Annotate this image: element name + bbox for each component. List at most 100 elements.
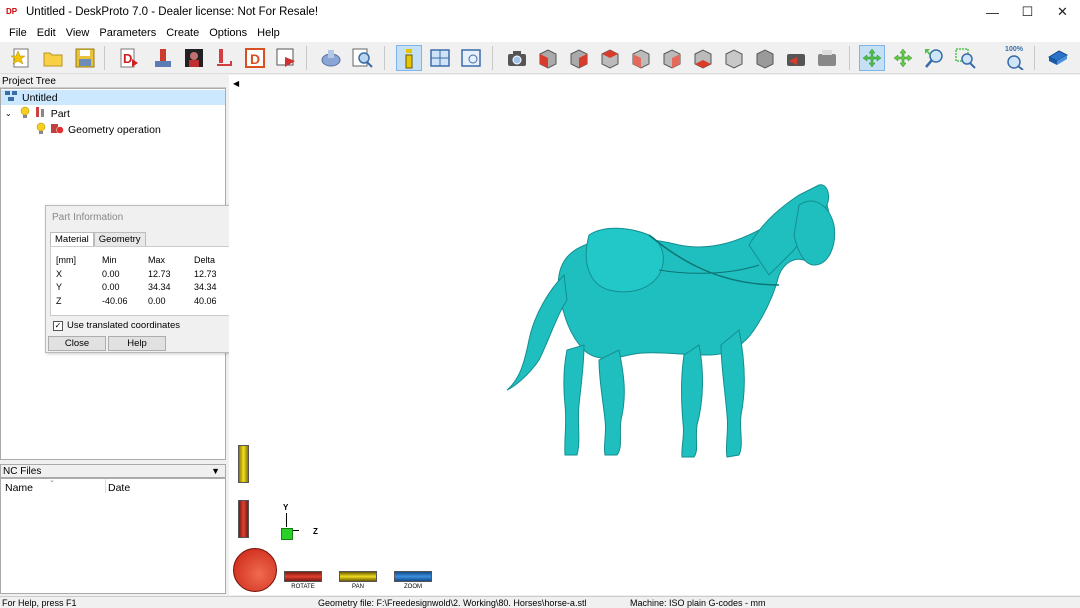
table-cell: 0.00 <box>102 282 120 292</box>
screenshot-icon[interactable] <box>783 45 809 71</box>
geometry-operation-icon <box>50 122 64 137</box>
maximize-button[interactable]: ☐ <box>1010 0 1045 24</box>
dropdown-arrow-icon[interactable]: ▼ <box>211 465 220 478</box>
lightbulb-icon[interactable] <box>20 106 30 121</box>
pan-wheel[interactable] <box>339 571 377 582</box>
part-icon <box>34 106 46 121</box>
lightbulb-icon[interactable] <box>36 122 46 137</box>
rotate-wheel-label: ROTATE <box>291 584 315 590</box>
table-header: [mm] <box>56 255 76 265</box>
zoom-wheel-label: ZOOM <box>404 584 422 590</box>
pan-view-icon[interactable] <box>890 45 916 71</box>
new-project-icon[interactable] <box>8 45 34 71</box>
3d-viewport[interactable]: ◀ Y Z ROTATE PAN ZOOM <box>229 75 1080 595</box>
nc-files-list[interactable]: Name ⌄ Date <box>0 477 226 594</box>
window-title: Untitled - DeskProto 7.0 - Dealer licens… <box>26 6 319 18</box>
use-translated-coordinates-checkbox[interactable]: ✓ Use translated coordinates <box>53 320 180 331</box>
project-icon <box>4 90 18 105</box>
table-cell: -40.06 <box>102 296 128 306</box>
menu-edit[interactable]: Edit <box>32 27 61 39</box>
export-icon[interactable] <box>273 45 299 71</box>
rotate-wheel[interactable] <box>284 571 322 582</box>
tree-item-project[interactable]: Untitled <box>1 90 225 105</box>
close-button[interactable]: Close <box>48 336 106 351</box>
menu-parameters[interactable]: Parameters <box>94 27 161 39</box>
part-wizard-icon[interactable] <box>150 45 176 71</box>
checkbox-label: Use translated coordinates <box>67 320 181 331</box>
menu-help[interactable]: Help <box>252 27 285 39</box>
deskproto-app-icon[interactable]: DP <box>6 5 20 19</box>
menu-file[interactable]: File <box>4 27 32 39</box>
zoom-percent-label: 100% <box>1005 46 1023 53</box>
menu-bar: File Edit View Parameters Create Options… <box>0 24 1080 42</box>
help-button[interactable]: Help <box>108 336 166 351</box>
table-cell: X <box>56 269 63 279</box>
horse-model <box>506 184 836 458</box>
table-cell: Z <box>56 296 62 306</box>
menu-create[interactable]: Create <box>161 27 204 39</box>
open-folder-icon[interactable] <box>40 45 66 71</box>
minimize-button[interactable]: — <box>975 0 1010 24</box>
print-view-icon[interactable] <box>814 45 840 71</box>
view-cube-back-icon[interactable] <box>659 45 685 71</box>
view-cube-front-icon[interactable] <box>566 45 592 71</box>
camera-icon[interactable] <box>504 45 530 71</box>
zoom-in-icon[interactable] <box>921 45 947 71</box>
part-information-dialog: Part Information Material Geometry [mm] … <box>45 205 246 353</box>
project-tree-header: Project Tree <box>0 75 226 88</box>
save-icon[interactable] <box>72 45 98 71</box>
pan-wheel-label: PAN <box>352 584 364 590</box>
table-cell: 12.73 <box>148 269 171 279</box>
zoom-wheel[interactable] <box>394 571 432 582</box>
zoom-100-icon[interactable]: 100% <box>1001 45 1027 71</box>
bitmap-import-icon[interactable] <box>181 45 207 71</box>
view-cube-left-icon[interactable] <box>597 45 623 71</box>
tree-item-label: Part <box>50 107 70 120</box>
checkbox-checked-icon[interactable]: ✓ <box>53 320 63 331</box>
rotate-dial[interactable] <box>233 548 277 592</box>
collapse-panel-arrow-icon[interactable]: ◀ <box>233 79 239 88</box>
dialog-title: Part Information <box>52 212 124 223</box>
layout-view-icon[interactable] <box>427 45 453 71</box>
part-information-icon[interactable] <box>396 45 422 71</box>
axis-y-label: Y <box>283 503 289 512</box>
nc-files-label: NC Files <box>3 466 42 477</box>
main-toolbar: D D 100% <box>0 42 1080 74</box>
pan-slider[interactable] <box>238 445 249 483</box>
dimensions-table: [mm] Min Max Delta X 0.00 12.73 12.73 Y … <box>50 246 243 316</box>
help-book-icon[interactable] <box>1045 45 1071 71</box>
table-cell: 0.00 <box>102 269 120 279</box>
table-cell: Y <box>56 282 63 292</box>
tab-geometry[interactable]: Geometry <box>93 232 146 246</box>
view-cube-top-icon[interactable] <box>690 45 716 71</box>
table-cell: 0.00 <box>148 296 166 306</box>
table-cell: 34.34 <box>194 282 217 292</box>
nc-files-header[interactable]: NC Files ▼ <box>0 464 226 478</box>
view-cube-plain-icon[interactable] <box>752 45 778 71</box>
view-cube-right-icon[interactable] <box>628 45 654 71</box>
window-view-icon[interactable] <box>458 45 484 71</box>
vector-import-icon[interactable] <box>211 45 237 71</box>
tab-material[interactable]: Material <box>50 232 94 247</box>
tree-item-part[interactable]: ⌄ Part <box>5 106 70 121</box>
close-window-button[interactable]: ✕ <box>1045 0 1080 24</box>
tree-item-label: Untitled <box>22 91 58 104</box>
zoom-window-icon[interactable] <box>952 45 978 71</box>
table-cell: 12.73 <box>194 269 217 279</box>
table-cell: 34.34 <box>148 282 171 292</box>
preview-search-icon[interactable] <box>349 45 375 71</box>
chevron-down-icon[interactable]: ⌄ <box>5 109 12 118</box>
rotate-slider[interactable] <box>238 500 249 538</box>
simulation-icon[interactable] <box>318 45 344 71</box>
rotate-view-icon[interactable] <box>859 45 885 71</box>
view-cube-iso-icon[interactable] <box>535 45 561 71</box>
view-cube-bottom-icon[interactable] <box>721 45 747 71</box>
title-bar: DP Untitled - DeskProto 7.0 - Dealer lic… <box>0 0 1080 24</box>
menu-view[interactable]: View <box>61 27 95 39</box>
column-header-date[interactable]: Date <box>108 482 130 494</box>
menu-options[interactable]: Options <box>204 27 252 39</box>
column-header-name[interactable]: Name <box>5 482 33 494</box>
dxf-import-icon[interactable]: D <box>242 45 268 71</box>
tree-item-geometry-operation[interactable]: Geometry operation <box>36 122 161 137</box>
import-geometry-icon[interactable]: D <box>116 45 142 71</box>
